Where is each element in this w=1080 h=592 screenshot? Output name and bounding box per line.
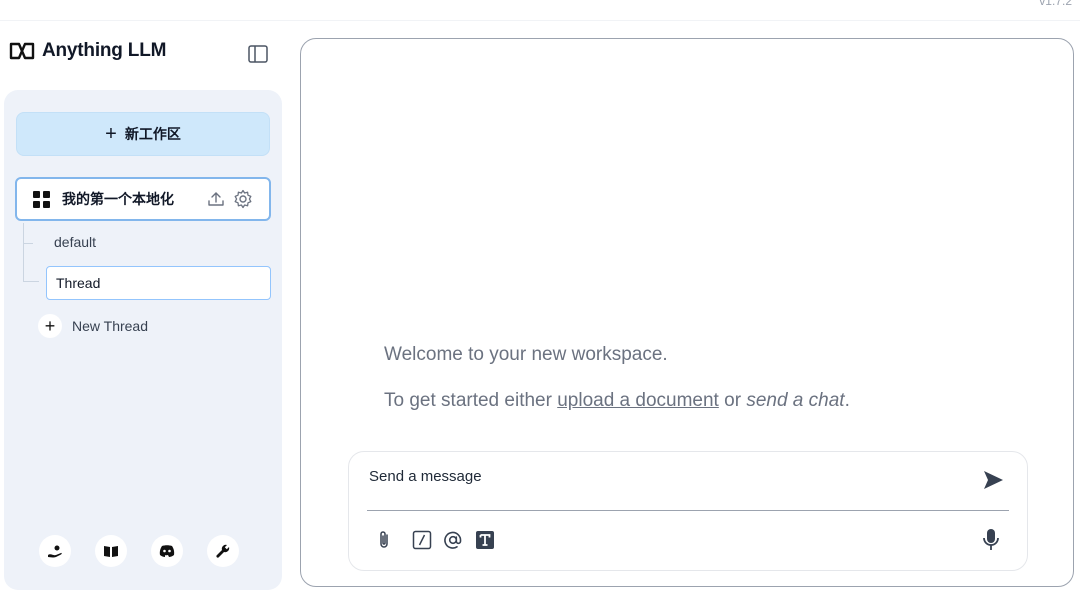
thread-item-thread[interactable]: Thread	[46, 266, 271, 300]
plus-icon: +	[38, 314, 62, 338]
upload-document-link[interactable]: upload a document	[557, 390, 719, 411]
composer-divider	[367, 510, 1009, 511]
new-workspace-button[interactable]: + 新工作区	[16, 112, 270, 156]
top-divider	[0, 20, 1080, 21]
chat-panel: Welcome to your new workspace. To get st…	[300, 38, 1074, 587]
welcome-text: Welcome to your new workspace.	[384, 344, 668, 365]
plus-icon: +	[105, 122, 117, 145]
gear-icon[interactable]	[233, 189, 253, 209]
at-mention-icon[interactable]	[442, 529, 464, 551]
get-started-text: To get started either upload a document …	[384, 390, 850, 412]
community-hub-icon[interactable]	[39, 535, 71, 567]
anythingllm-logo-icon	[9, 42, 35, 60]
text-size-icon[interactable]	[474, 529, 496, 551]
new-workspace-label: 新工作区	[124, 126, 181, 142]
slash-command-icon[interactable]	[411, 529, 433, 551]
thread-item-default[interactable]: default	[54, 234, 96, 250]
sidebar: + 新工作区 我的第一个本地化 default Thread + New Thr…	[4, 90, 282, 590]
get-started-prefix: To get started either	[384, 390, 552, 411]
thread-tree-branch	[23, 281, 39, 282]
message-input[interactable]	[369, 464, 949, 488]
new-thread-button[interactable]: + New Thread	[38, 314, 148, 338]
or-text: or	[724, 390, 742, 411]
attach-icon[interactable]	[373, 529, 395, 551]
workspace-name: 我的第一个本地化	[62, 191, 174, 207]
brand-name: Anything LLM	[42, 40, 167, 61]
settings-wrench-icon[interactable]	[207, 535, 239, 567]
send-icon[interactable]	[981, 468, 1005, 492]
sidebar-footer	[39, 535, 239, 567]
brand: Anything LLM	[8, 40, 166, 62]
docs-book-icon[interactable]	[95, 535, 127, 567]
discord-icon[interactable]	[151, 535, 183, 567]
period-text: .	[844, 390, 850, 411]
workspace-item[interactable]: 我的第一个本地化	[15, 177, 271, 221]
version-label: v1.7.2	[1039, 0, 1072, 8]
thread-tree-tick	[23, 243, 33, 244]
new-thread-label: New Thread	[72, 318, 149, 334]
send-chat-link[interactable]: send a chat	[746, 390, 844, 411]
message-composer	[348, 451, 1028, 571]
upload-icon[interactable]	[207, 190, 225, 208]
microphone-icon[interactable]	[979, 527, 1003, 553]
workspace-grid-icon	[33, 190, 50, 208]
thread-tree-line	[23, 223, 24, 281]
sidebar-toggle-icon[interactable]	[247, 44, 269, 64]
